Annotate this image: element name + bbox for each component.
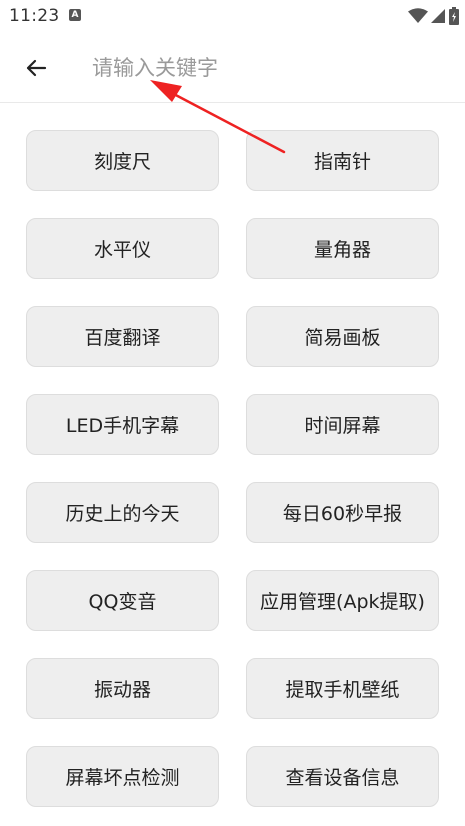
tool-button-led-subtitle[interactable]: LED手机字幕 bbox=[26, 394, 219, 455]
tool-label: 水平仪 bbox=[93, 239, 151, 261]
search-header bbox=[0, 34, 465, 103]
tool-label: 时间屏幕 bbox=[304, 415, 381, 437]
tool-label: 简易画板 bbox=[304, 327, 381, 349]
tool-button-device-info[interactable]: 查看设备信息 bbox=[246, 746, 439, 807]
tool-label: LED手机字幕 bbox=[65, 415, 180, 437]
wifi-icon bbox=[408, 8, 428, 23]
tool-label: 查看设备信息 bbox=[285, 767, 400, 789]
tool-button-protractor[interactable]: 量角器 bbox=[246, 218, 439, 279]
tool-button-qq-voice-changer[interactable]: QQ变音 bbox=[26, 570, 219, 631]
search-input[interactable] bbox=[92, 48, 442, 88]
tool-label: 量角器 bbox=[313, 239, 371, 261]
status-bar: 11:23 A bbox=[0, 0, 465, 34]
tool-button-ruler[interactable]: 刻度尺 bbox=[26, 130, 219, 191]
status-icons bbox=[408, 6, 459, 26]
tool-button-dead-pixel-test[interactable]: 屏幕坏点检测 bbox=[26, 746, 219, 807]
tool-grid: 刻度尺 指南针 水平仪 量角器 百度翻译 简易画板 LED手机字幕 时间屏幕 历… bbox=[26, 130, 440, 807]
tool-label: 振动器 bbox=[93, 679, 151, 701]
tool-label: 百度翻译 bbox=[84, 327, 161, 349]
arrow-left-icon bbox=[26, 59, 47, 77]
tool-label: 历史上的今天 bbox=[65, 503, 180, 525]
tool-label: QQ变音 bbox=[88, 591, 157, 613]
status-time: 11:23 bbox=[9, 6, 60, 26]
tool-label: 刻度尺 bbox=[93, 151, 151, 173]
signal-icon bbox=[431, 9, 445, 23]
tool-label: 指南针 bbox=[313, 151, 371, 173]
tool-button-compass[interactable]: 指南针 bbox=[246, 130, 439, 191]
tool-button-history-today[interactable]: 历史上的今天 bbox=[26, 482, 219, 543]
back-button[interactable] bbox=[18, 50, 54, 86]
tool-button-time-screen[interactable]: 时间屏幕 bbox=[246, 394, 439, 455]
tool-button-simple-drawing-board[interactable]: 简易画板 bbox=[246, 306, 439, 367]
tool-label: 提取手机壁纸 bbox=[285, 679, 400, 701]
tool-label: 屏幕坏点检测 bbox=[65, 767, 180, 789]
tool-button-vibrator[interactable]: 振动器 bbox=[26, 658, 219, 719]
tool-button-app-manager[interactable]: 应用管理(Apk提取) bbox=[246, 570, 439, 631]
tool-label: 每日60秒早报 bbox=[282, 503, 403, 525]
battery-icon bbox=[449, 7, 459, 25]
tool-label: 应用管理(Apk提取) bbox=[260, 591, 425, 613]
notification-icon: A bbox=[69, 9, 81, 21]
tool-button-level[interactable]: 水平仪 bbox=[26, 218, 219, 279]
tool-button-daily-news[interactable]: 每日60秒早报 bbox=[246, 482, 439, 543]
tool-button-extract-wallpaper[interactable]: 提取手机壁纸 bbox=[246, 658, 439, 719]
tool-button-baidu-translate[interactable]: 百度翻译 bbox=[26, 306, 219, 367]
